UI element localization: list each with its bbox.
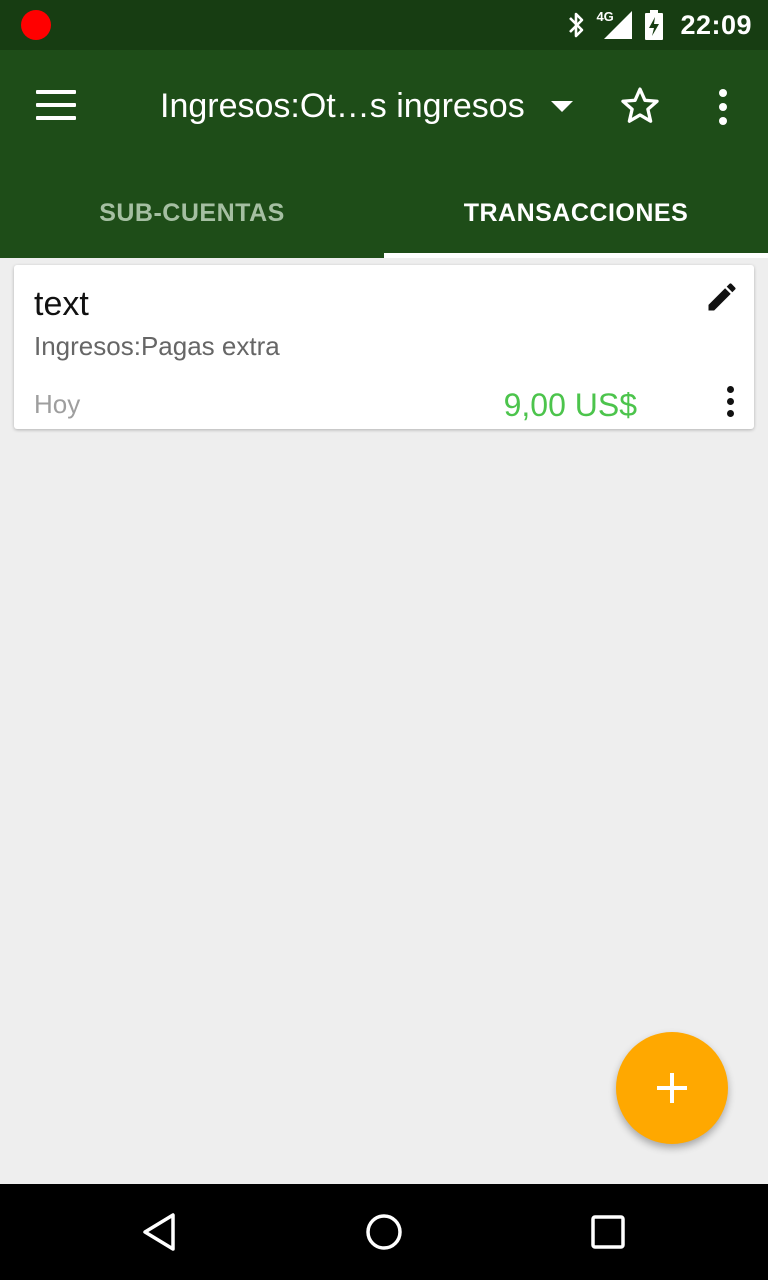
page-title: Ingresos:Ot…s ingresos <box>160 86 525 125</box>
add-transaction-button[interactable] <box>616 1032 728 1144</box>
status-icons: 4G 22:09 <box>566 0 752 50</box>
menu-icon[interactable] <box>36 90 76 124</box>
transaction-date: Hoy <box>34 389 81 419</box>
account-selector[interactable]: Ingresos:Ot…s ingresos <box>160 83 573 129</box>
status-time: 22:09 <box>680 9 752 40</box>
tab-bar: SUB-CUENTAS TRANSACCIONES <box>0 168 768 258</box>
edit-icon[interactable] <box>704 279 740 315</box>
dropdown-arrow-icon <box>550 100 573 112</box>
cell-signal-icon: 4G <box>596 9 634 41</box>
tab-sub-cuentas[interactable]: SUB-CUENTAS <box>0 168 384 258</box>
system-nav-bar <box>0 1184 768 1280</box>
transaction-account: Ingresos:Pagas extra <box>34 331 280 361</box>
home-icon[interactable] <box>359 1207 409 1257</box>
back-icon[interactable] <box>136 1207 186 1257</box>
star-outline-icon[interactable] <box>618 84 662 128</box>
transaction-card[interactable]: text Ingresos:Pagas extra Hoy 9,00 US$ <box>14 265 754 429</box>
transaction-menu-icon[interactable] <box>720 383 740 421</box>
record-indicator-icon <box>21 10 51 40</box>
transaction-amount: 9,00 US$ <box>503 387 637 423</box>
bluetooth-icon <box>569 12 584 38</box>
tab-transacciones[interactable]: TRANSACCIONES <box>384 168 768 258</box>
status-bar: 4G 22:09 <box>0 0 768 50</box>
overflow-menu-icon[interactable] <box>708 84 738 128</box>
battery-charging-icon <box>645 10 664 40</box>
app-bar: Ingresos:Ot…s ingresos SUB-CUENTAS TRANS… <box>0 50 768 258</box>
transaction-description: text <box>34 285 89 323</box>
recents-icon[interactable] <box>583 1207 633 1257</box>
